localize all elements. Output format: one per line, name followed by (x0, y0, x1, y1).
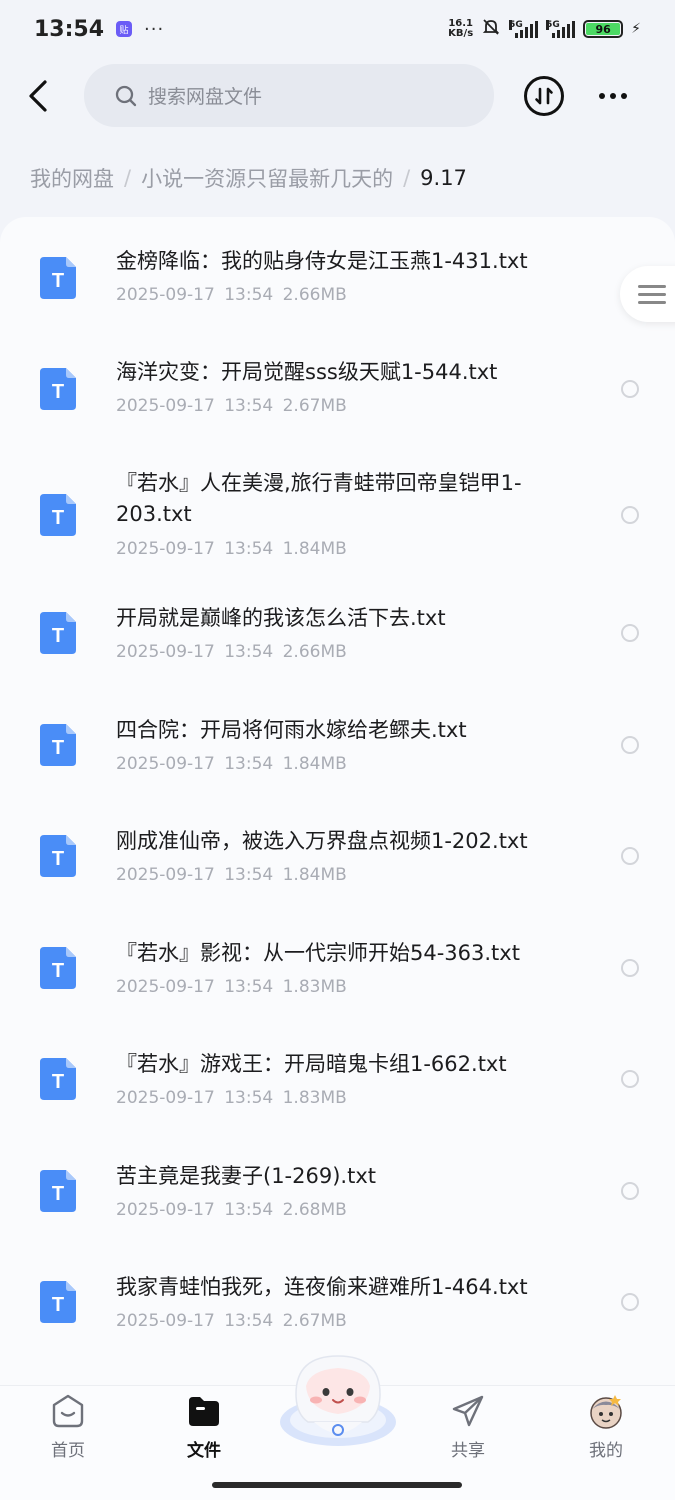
file-meta: 2025-09-17 13:54 2.68MB (116, 1200, 347, 1220)
mascot-assistant-button[interactable] (276, 1352, 400, 1450)
home-icon (49, 1392, 87, 1430)
more-dot (599, 93, 605, 99)
txt-file-icon: T (40, 1170, 76, 1212)
file-meta: 2025-09-17 13:54 2.67MB (116, 396, 347, 416)
send-icon (449, 1392, 487, 1430)
select-checkbox[interactable] (621, 380, 639, 398)
home-indicator (212, 1482, 462, 1488)
select-checkbox[interactable] (621, 736, 639, 754)
breadcrumb-root[interactable]: 我的网盘 (30, 163, 114, 193)
select-checkbox[interactable] (621, 624, 639, 642)
svg-text:T: T (52, 737, 64, 759)
svg-text:T: T (52, 1183, 64, 1205)
more-dot (621, 93, 627, 99)
file-meta: 2025-09-17 13:54 1.83MB (116, 1088, 347, 1108)
txt-file-icon: T (40, 368, 76, 410)
select-checkbox[interactable] (621, 506, 639, 524)
txt-file-icon: T (40, 1058, 76, 1100)
menu-line (638, 300, 666, 304)
signal-1-icon: 5G (509, 20, 539, 38)
txt-file-icon: T (40, 1281, 76, 1323)
mute-bell-icon (481, 17, 501, 41)
file-meta: 2025-09-17 13:54 1.84MB (116, 539, 347, 559)
select-checkbox[interactable] (621, 1293, 639, 1311)
search-input[interactable]: 搜索网盘文件 (84, 64, 494, 127)
back-arrow-icon (29, 80, 47, 112)
menu-line (638, 292, 666, 296)
txt-file-icon: T (40, 724, 76, 766)
txt-file-icon: T (40, 947, 76, 989)
more-notifications-icon: ··· (144, 18, 165, 40)
search-icon (115, 85, 137, 106)
breadcrumb-folder[interactable]: 小说一资源只留最新几天的 (141, 163, 393, 193)
svg-text:T: T (52, 625, 64, 647)
breadcrumb: 我的网盘 / 小说一资源只留最新几天的 / 9.17 (30, 160, 467, 196)
file-name: 刚成准仙帝，被选入万界盘点视频1-202.txt (116, 829, 528, 853)
header: 搜索网盘文件 (0, 64, 675, 128)
svg-text:T: T (52, 381, 64, 403)
breadcrumb-separator: / (403, 166, 411, 190)
nav-mine[interactable]: 我的 (561, 1392, 651, 1462)
charging-icon: ⚡ (631, 21, 641, 37)
nav-share[interactable]: 共享 (423, 1392, 513, 1462)
file-name: 苦主竟是我妻子(1-269).txt (116, 1164, 376, 1188)
mascot-icon (280, 1355, 396, 1446)
transfer-icon (535, 87, 553, 105)
back-button[interactable] (22, 78, 54, 114)
file-name: 我家青蛙怕我死，连夜偷来避难所1-464.txt (116, 1275, 528, 1299)
nav-home[interactable]: 首页 (23, 1392, 113, 1462)
svg-text:T: T (52, 960, 64, 982)
file-meta: 2025-09-17 13:54 2.66MB (116, 642, 347, 662)
network-speed: 16.1 KB/s (448, 18, 474, 39)
file-name: 四合院：开局将何雨水嫁给老鳏夫.txt (116, 718, 467, 742)
svg-text:T: T (52, 1294, 64, 1316)
txt-file-icon: T (40, 835, 76, 877)
file-name: 『若水』影视：从一代宗师开始54-363.txt (116, 941, 520, 965)
file-name: 金榜降临：我的贴身侍女是江玉燕1-431.txt (116, 249, 528, 273)
txt-file-icon: T (40, 612, 76, 654)
status-indicators: 16.1 KB/s 5G 5G 96 ⚡ (448, 17, 641, 41)
transfer-button[interactable] (524, 76, 564, 116)
more-dot (610, 93, 616, 99)
svg-text:T: T (52, 1071, 64, 1093)
file-name: 『若水』人在美漫,旅行青蛙带回帝皇铠甲1-203.txt (116, 471, 522, 526)
notification-app-icon: 贴 (116, 21, 133, 37)
side-menu-handle[interactable] (620, 266, 675, 322)
file-meta: 2025-09-17 13:54 2.67MB (116, 1311, 347, 1331)
search-placeholder: 搜索网盘文件 (148, 86, 263, 108)
status-time: 13:54 (34, 16, 105, 42)
file-meta: 2025-09-17 13:54 1.84MB (116, 754, 347, 774)
file-name: 『若水』游戏王：开局暗鬼卡组1-662.txt (116, 1052, 507, 1076)
nav-files[interactable]: 文件 (159, 1392, 249, 1462)
file-meta: 2025-09-17 13:54 1.84MB (116, 865, 347, 885)
signal-2-icon: 5G (546, 20, 576, 38)
select-checkbox[interactable] (621, 1070, 639, 1088)
txt-file-icon: T (40, 257, 76, 299)
txt-file-icon: T (40, 494, 76, 536)
select-checkbox[interactable] (621, 847, 639, 865)
menu-line (638, 284, 666, 288)
battery-icon: 96 (583, 20, 624, 38)
file-meta: 2025-09-17 13:54 1.83MB (116, 977, 347, 997)
svg-text:T: T (52, 848, 64, 870)
file-name: 海洋灾变：开局觉醒sss级天赋1-544.txt (116, 360, 498, 384)
folder-icon (185, 1392, 223, 1430)
breadcrumb-separator: / (124, 166, 132, 190)
avatar-icon (587, 1392, 625, 1430)
select-checkbox[interactable] (621, 959, 639, 977)
file-list: T 金榜降临：我的贴身侍女是江玉燕1-431.txt 2025-09-17 13… (0, 217, 675, 1387)
breadcrumb-current: 9.17 (420, 166, 467, 190)
svg-text:T: T (52, 270, 64, 292)
more-options-button[interactable] (593, 82, 633, 110)
file-meta: 2025-09-17 13:54 2.66MB (116, 285, 347, 305)
file-name: 开局就是巅峰的我该怎么活下去.txt (116, 606, 446, 630)
select-checkbox[interactable] (621, 1182, 639, 1200)
status-bar: 13:54 贴 ··· 16.1 KB/s 5G 5G 96 ⚡ (0, 0, 675, 58)
svg-text:T: T (52, 507, 64, 529)
